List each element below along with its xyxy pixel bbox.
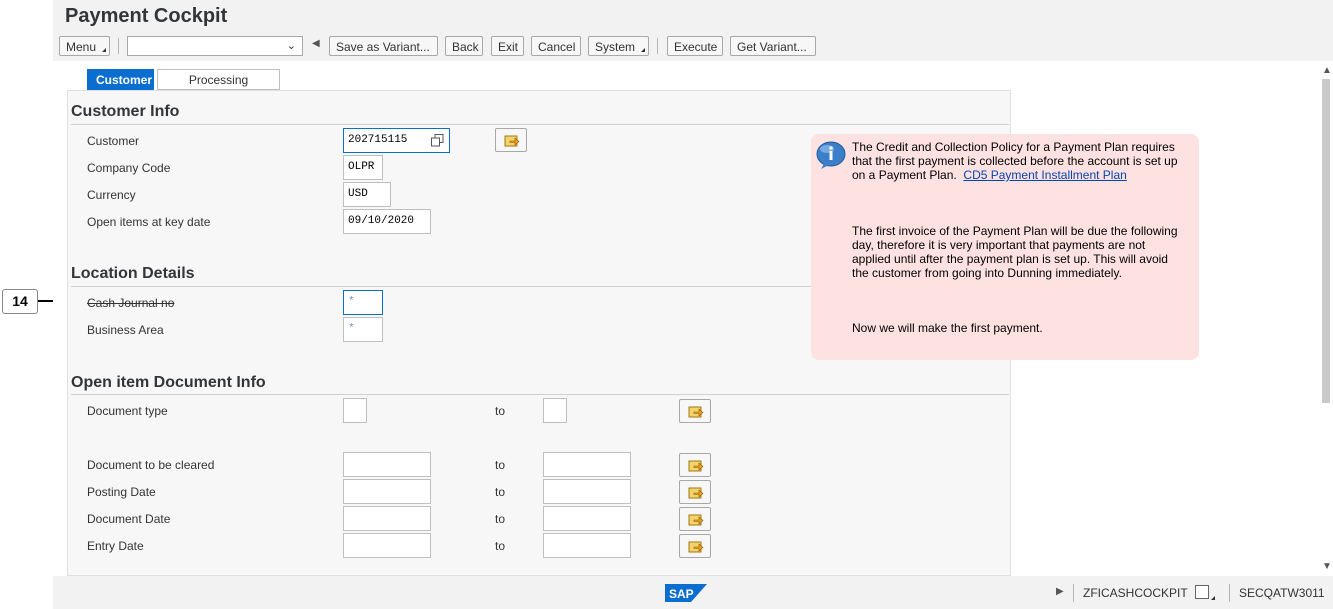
info-bubble: The Credit and Collection Policy for a P… <box>811 134 1199 360</box>
to-label: to <box>495 404 506 418</box>
entry-date-label: Entry Date <box>87 539 144 553</box>
document-date-multiple-selection-button[interactable] <box>679 507 711 531</box>
status-bar: SAP ▶ ZFICASHCOCKPIT SECQATW3011 <box>53 576 1333 609</box>
document-to-be-cleared-to-field[interactable] <box>543 452 631 477</box>
status-separator <box>1073 584 1074 602</box>
section-title-location-details: Location Details <box>71 265 195 282</box>
posting-date-label: Posting Date <box>87 485 156 499</box>
system-button[interactable]: System <box>588 36 649 56</box>
save-as-variant-button[interactable]: Save as Variant... <box>329 36 438 56</box>
sap-logo: SAP <box>665 584 707 602</box>
entry-date-from-field[interactable] <box>343 533 431 558</box>
tab-customer[interactable]: Customer <box>87 69 154 90</box>
execute-button[interactable]: Execute <box>667 36 723 56</box>
exit-button[interactable]: Exit <box>491 36 524 56</box>
vertical-scrollbar[interactable]: ▲ ▼ <box>1319 61 1333 576</box>
cancel-button[interactable]: Cancel <box>531 36 581 56</box>
tab-processing-controls[interactable]: Processing Controls <box>157 69 280 108</box>
company-code-field[interactable]: OLPR <box>343 155 383 180</box>
system-info-icon[interactable] <box>1195 585 1215 600</box>
info-paragraph-2: The first invoice of the Payment Plan wi… <box>852 224 1178 280</box>
posting-date-to-field[interactable] <box>543 479 631 504</box>
value-help-icon <box>688 406 704 418</box>
scroll-down-icon[interactable]: ▼ <box>1322 561 1332 572</box>
entry-date-multiple-selection-button[interactable] <box>679 534 711 558</box>
document-type-from-field[interactable] <box>343 398 367 423</box>
business-area-label: Business Area <box>87 323 164 337</box>
value-help-icon <box>688 541 704 553</box>
company-code-label: Company Code <box>87 161 171 175</box>
collapse-left-icon[interactable]: ◀ <box>312 38 320 49</box>
posting-date-from-field[interactable] <box>343 479 431 504</box>
callout-badge: 14 <box>2 289 38 314</box>
document-date-from-field[interactable] <box>343 506 431 531</box>
value-help-icon <box>504 135 520 147</box>
cash-journal-field[interactable]: * <box>343 290 383 315</box>
customer-field[interactable]: 202715115 <box>343 128 450 153</box>
info-paragraph-1: The Credit and Collection Policy for a P… <box>852 140 1187 182</box>
divider <box>71 124 1009 125</box>
command-field[interactable]: ⌄ <box>127 36 303 56</box>
toolbar-separator <box>657 38 658 54</box>
open-items-key-date-label: Open items at key date <box>87 215 211 229</box>
document-date-label: Document Date <box>87 512 171 526</box>
value-help-icon <box>688 487 704 499</box>
back-button[interactable]: Back <box>445 36 483 56</box>
info-paragraph-3: Now we will make the first payment. <box>852 321 1043 335</box>
value-help-icon <box>688 514 704 526</box>
entry-date-to-field[interactable] <box>543 533 631 558</box>
customer-value: 202715115 <box>348 134 408 146</box>
toolbar-separator <box>118 38 119 54</box>
customer-label: Customer <box>87 134 140 148</box>
posting-date-multiple-selection-button[interactable] <box>679 480 711 504</box>
to-label: to <box>495 485 506 499</box>
document-date-to-field[interactable] <box>543 506 631 531</box>
cash-journal-label: Cash Journal no <box>87 296 175 310</box>
transaction-code: ZFICASHCOCKPIT <box>1083 586 1188 600</box>
system-name: SECQATW3011 <box>1239 586 1325 600</box>
scroll-thumb[interactable] <box>1322 79 1330 403</box>
document-to-be-cleared-from-field[interactable] <box>343 452 431 477</box>
cd5-payment-installment-plan-link[interactable]: CD5 Payment Installment Plan <box>963 168 1126 182</box>
to-label: to <box>495 539 506 553</box>
value-help-icon <box>688 460 704 472</box>
multiple-selection-icon[interactable] <box>431 134 444 147</box>
divider <box>71 394 1009 395</box>
chevron-down-icon[interactable]: ⌄ <box>287 39 296 52</box>
document-type-label: Document type <box>87 404 168 418</box>
section-title-open-item-document-info: Open item Document Info <box>71 374 266 391</box>
multiple-selection-button[interactable] <box>495 128 527 152</box>
menu-button[interactable]: Menu <box>59 36 110 56</box>
document-to-be-cleared-multiple-selection-button[interactable] <box>679 453 711 477</box>
expand-status-icon[interactable]: ▶ <box>1056 586 1064 597</box>
currency-field[interactable]: USD <box>343 182 391 207</box>
business-area-field[interactable]: * <box>343 317 383 342</box>
toolbar: Menu ⌄ ◀ Save as Variant... Back Exit Ca… <box>53 33 1333 62</box>
open-items-key-date-field[interactable]: 09/10/2020 <box>343 209 431 234</box>
get-variant-button[interactable]: Get Variant... <box>730 36 816 56</box>
currency-label: Currency <box>87 188 136 202</box>
scroll-up-icon[interactable]: ▲ <box>1322 65 1332 76</box>
page-title: Payment Cockpit <box>65 5 228 27</box>
title-bar: Payment Cockpit <box>53 0 1333 33</box>
document-type-multiple-selection-button[interactable] <box>679 399 711 423</box>
svg-text:SAP: SAP <box>669 587 694 601</box>
document-to-be-cleared-label: Document to be cleared <box>87 458 215 472</box>
info-icon <box>816 141 846 169</box>
section-title-customer-info: Customer Info <box>71 103 180 120</box>
status-separator <box>1229 584 1230 602</box>
to-label: to <box>495 512 506 526</box>
to-label: to <box>495 458 506 472</box>
document-type-to-field[interactable] <box>543 398 567 423</box>
